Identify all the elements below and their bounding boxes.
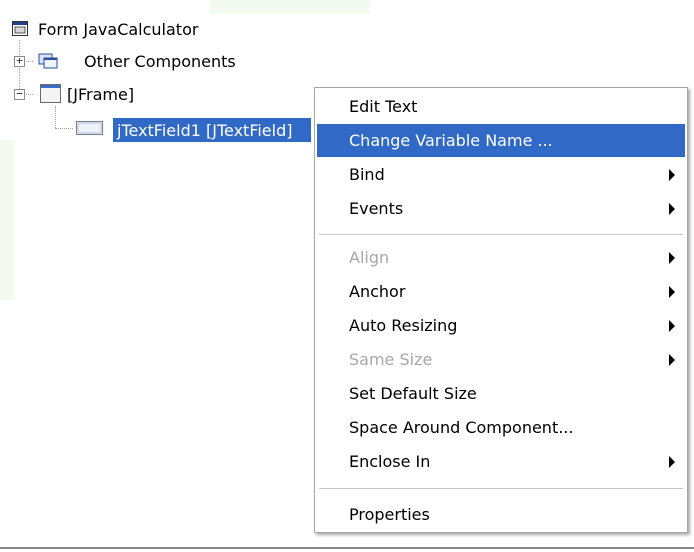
submenu-arrow-icon [669,285,675,298]
menu-item-set-default-size[interactable]: Set Default Size [317,377,685,410]
other-components-icon [38,51,58,69]
menu-item-enclose-in[interactable]: Enclose In [317,445,685,478]
menu-item-label: Properties [349,505,430,524]
watermark [210,0,370,14]
tree-node-other-components[interactable]: Other Components [84,48,236,74]
menu-item-label: Auto Resizing [349,316,458,335]
menu-item-label: Edit Text [349,97,418,116]
menu-item-edit-text[interactable]: Edit Text [317,90,685,123]
tree-node-label: [JFrame] [67,84,135,104]
menu-item-label: Space Around Component... [349,418,574,437]
menu-separator [319,234,683,236]
menu-item-label: Set Default Size [349,384,477,403]
submenu-arrow-icon [669,353,675,366]
menu-item-anchor[interactable]: Anchor [317,275,685,308]
menu-item-align: Align [317,241,685,274]
context-menu: Edit Text Change Variable Name ... Bind … [314,87,688,533]
submenu-arrow-icon [669,168,675,181]
form-icon [12,21,28,36]
menu-item-label: Bind [349,165,385,184]
menu-item-same-size: Same Size [317,343,685,376]
navigator-panel: Form JavaCalculator + Other Components −… [0,0,694,552]
menu-item-bind[interactable]: Bind [317,158,685,191]
menu-item-events[interactable]: Events [317,192,685,225]
menu-item-label: Same Size [349,350,433,369]
frame-icon [40,84,61,103]
menu-item-change-variable-name[interactable]: Change Variable Name ... [317,124,685,157]
tree-node-label: jTextField1 [JTextField] [117,120,293,140]
menu-item-label: Anchor [349,282,406,301]
tree-node-form[interactable]: Form JavaCalculator [38,16,198,42]
menu-item-label: Events [349,199,404,218]
submenu-arrow-icon [669,455,675,468]
tree-node-textfield[interactable]: jTextField1 [JTextField] [113,118,311,142]
panel-bottom-border [0,547,694,549]
menu-item-label: Change Variable Name ... [349,131,553,150]
menu-item-properties[interactable]: Properties [317,498,685,531]
watermark [0,140,14,300]
submenu-arrow-icon [669,319,675,332]
expand-toggle[interactable]: + [14,55,25,67]
menu-item-label: Enclose In [349,452,431,471]
tree-connector [55,128,73,129]
tree-connector [55,106,56,128]
menu-separator [319,488,683,490]
submenu-arrow-icon [669,251,675,264]
submenu-arrow-icon [669,202,675,215]
menu-item-label: Align [349,248,390,267]
menu-item-space-around-component[interactable]: Space Around Component... [317,411,685,444]
menu-item-auto-resizing[interactable]: Auto Resizing [317,309,685,342]
collapse-toggle[interactable]: − [14,88,25,100]
tree-node-jframe[interactable]: [JFrame] [67,81,134,107]
textfield-icon [76,119,104,137]
tree-node-label: Form JavaCalculator [38,19,199,39]
tree-node-label: Other Components [84,51,236,71]
